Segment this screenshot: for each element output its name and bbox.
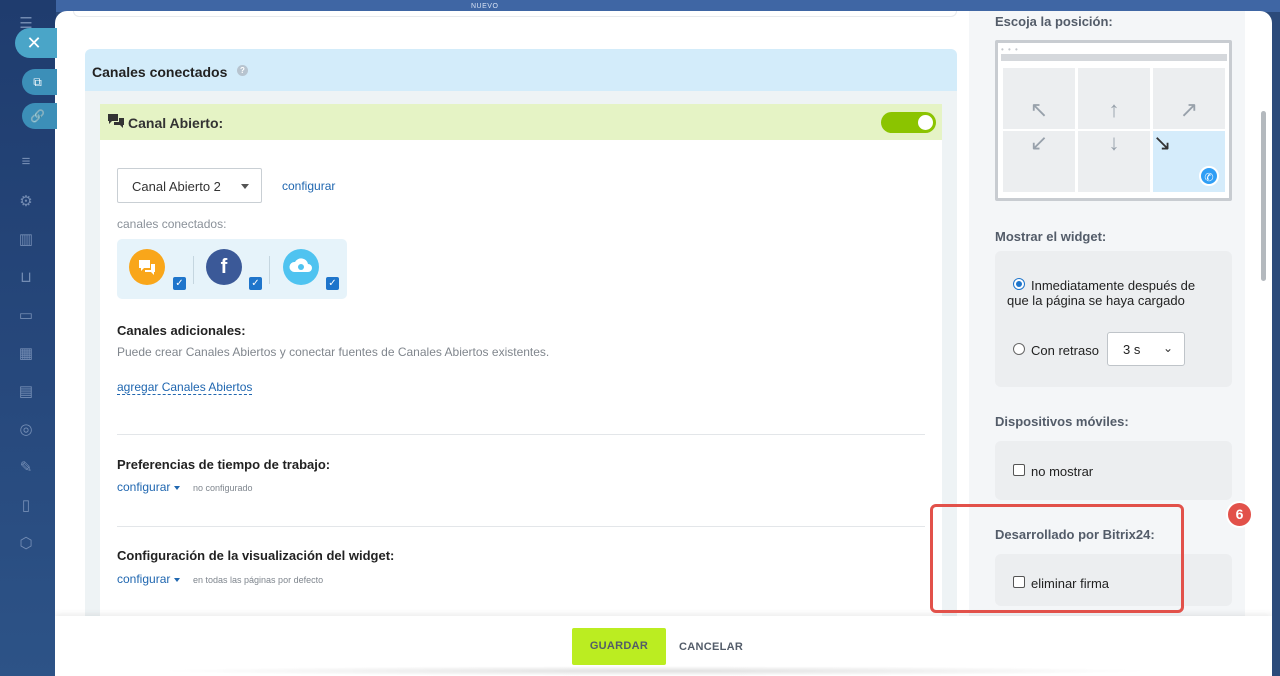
- arrow-down-left-icon: ↙: [1029, 130, 1049, 155]
- position-bottom-right[interactable]: ↘ ✆: [1153, 131, 1225, 192]
- chat-bubbles-icon: [108, 114, 124, 128]
- calendar-icon[interactable]: ▦: [16, 344, 36, 364]
- mobile-card: no mostrar: [995, 441, 1232, 500]
- arrow-down-icon: ↓: [1108, 130, 1120, 155]
- widget-display-title: Configuración de la visualización del wi…: [117, 548, 395, 563]
- widget-display-configure-link[interactable]: configurar: [117, 572, 181, 586]
- open-channel-card: Canal Abierto: Canal Abierto 2 configura…: [100, 104, 942, 624]
- close-slider-button[interactable]: ✕: [15, 28, 57, 58]
- add-open-channels-link[interactable]: agregar Canales Abiertos: [117, 380, 253, 395]
- copy-link-button[interactable]: 🔗: [22, 103, 57, 129]
- divider: [117, 434, 925, 435]
- arrow-down-right-icon: ↘: [1153, 130, 1172, 155]
- cloud-glyph: [289, 258, 312, 272]
- radio-immediate-label: Inmediatamente después de que la página …: [1007, 278, 1196, 308]
- position-top-left[interactable]: ↖: [1003, 68, 1075, 129]
- radio-delay[interactable]: [1013, 343, 1025, 355]
- arrow-up-icon: ↑: [1108, 97, 1120, 122]
- dropdown-caret-icon: [241, 184, 249, 189]
- channel-divider: [193, 256, 194, 284]
- document-icon[interactable]: ▯: [16, 496, 36, 516]
- main-settings-column: Canales conectados ? Canal Abierto: Cana…: [73, 11, 959, 624]
- help-icon[interactable]: ?: [237, 65, 248, 76]
- link-icon: 🔗: [30, 109, 45, 123]
- position-title: Escoja la posición:: [995, 14, 1113, 29]
- open-channel-title: Canal Abierto:: [128, 115, 224, 131]
- additional-channels-description: Puede crear Canales Abiertos y conectar …: [117, 345, 550, 359]
- external-link-icon: ⧉: [33, 75, 42, 89]
- arrow-up-left-icon: ↖: [1029, 97, 1049, 122]
- phone-icon: ✆: [1199, 166, 1219, 186]
- show-widget-card: Inmediatamente después de que la página …: [995, 251, 1232, 387]
- delay-select[interactable]: 3 s ⌄: [1107, 332, 1185, 366]
- arrow-up-right-icon: ↗: [1179, 97, 1199, 122]
- footer-bar: GUARDAR CANCELAR: [55, 616, 1272, 676]
- connected-channels-body: Canal Abierto: Canal Abierto 2 configura…: [85, 91, 957, 624]
- highlight-frame: [930, 504, 1184, 613]
- box-icon[interactable]: ⬡: [16, 534, 36, 554]
- cancel-button[interactable]: CANCELAR: [679, 641, 743, 653]
- chevron-down-icon: ⌄: [1162, 341, 1173, 355]
- chart-icon[interactable]: ▥: [16, 230, 36, 250]
- position-bottom-center[interactable]: ↓: [1078, 131, 1150, 192]
- target-icon[interactable]: ◎: [16, 420, 36, 440]
- divider: [117, 526, 925, 527]
- hide-on-mobile-label: no mostrar: [1031, 464, 1094, 479]
- filter-icon[interactable]: ≡: [16, 152, 36, 172]
- work-time-configure-link[interactable]: configurar: [117, 480, 181, 494]
- channel-checkbox[interactable]: ✓: [249, 277, 262, 290]
- work-time-note: no configurado: [193, 483, 253, 493]
- select-value: Canal Abierto 2: [132, 179, 221, 194]
- channel-checkbox[interactable]: ✓: [326, 277, 339, 290]
- dropdown-arrow-icon: [174, 577, 181, 582]
- section-title: Canales conectados: [92, 64, 228, 80]
- facebook-icon[interactable]: f: [206, 249, 242, 285]
- connected-channels-header: Canales conectados ?: [85, 49, 957, 91]
- radio-delay-label: Con retraso: [1031, 343, 1099, 358]
- cloud-icon[interactable]: [283, 249, 319, 285]
- delay-value: 3 s: [1123, 342, 1141, 357]
- step-badge: 6: [1226, 501, 1253, 528]
- widget-display-note: en todas las páginas por defecto: [193, 575, 324, 585]
- open-channel-select[interactable]: Canal Abierto 2: [117, 168, 262, 203]
- sign-icon[interactable]: ✎: [16, 458, 36, 478]
- cart-icon[interactable]: ⊔: [16, 268, 36, 288]
- position-top-right[interactable]: ↗: [1153, 68, 1225, 129]
- previous-card-edge: [73, 11, 957, 17]
- configure-channel-link[interactable]: configurar: [282, 179, 335, 193]
- show-widget-title: Mostrar el widget:: [995, 229, 1107, 244]
- mobile-title: Dispositivos móviles:: [995, 414, 1129, 429]
- work-time-title: Preferencias de tiempo de trabajo:: [117, 457, 331, 472]
- channel-divider: [269, 256, 270, 284]
- robot-icon[interactable]: ⚙: [16, 192, 36, 212]
- livechat-icon[interactable]: [129, 249, 165, 285]
- position-top-center[interactable]: ↑: [1078, 68, 1150, 129]
- new-badge: NUEVO: [471, 3, 499, 10]
- channel-checkbox[interactable]: ✓: [173, 277, 186, 290]
- close-icon: ✕: [26, 33, 42, 53]
- save-button[interactable]: GUARDAR: [572, 628, 666, 665]
- connected-channels-list: ✓ f ✓ ✓: [117, 239, 347, 299]
- open-new-window-button[interactable]: ⧉: [22, 69, 57, 95]
- position-picker: • • • ↖ ↑ ↗ ↙ ↓ ↘ ✆: [995, 40, 1232, 201]
- app-left-rail: ☰ ≡ ⚙ ▥ ⊔ ▭ ▦ ▤ ◎ ✎ ▯ ⬡: [0, 0, 56, 676]
- additional-channels-title: Canales adicionales:: [117, 323, 246, 338]
- position-bottom-left[interactable]: ↙: [1003, 131, 1075, 192]
- connected-channels-label: canales conectados:: [117, 217, 227, 231]
- scrollbar[interactable]: [1261, 111, 1266, 281]
- open-channel-toggle[interactable]: [881, 112, 936, 133]
- dropdown-arrow-icon: [174, 485, 181, 490]
- hide-on-mobile-checkbox[interactable]: [1013, 464, 1025, 476]
- inbox-icon[interactable]: ▤: [16, 382, 36, 402]
- livechat-glyph: [139, 260, 155, 275]
- open-channel-header: Canal Abierto:: [100, 104, 942, 140]
- store-icon[interactable]: ▭: [16, 306, 36, 326]
